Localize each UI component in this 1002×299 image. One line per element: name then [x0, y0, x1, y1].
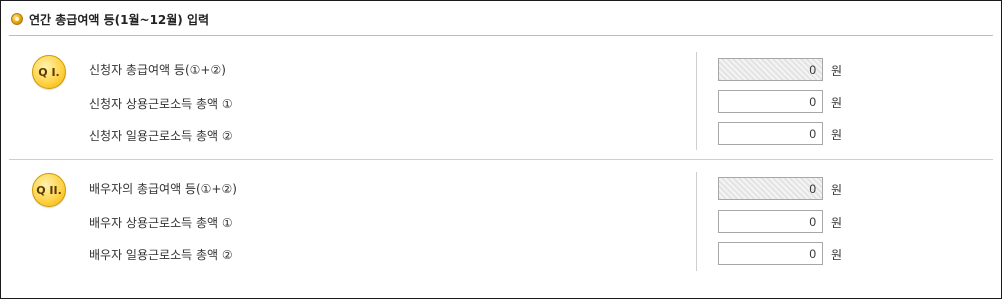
- unit-label: 원: [831, 128, 843, 142]
- bullet-icon: [11, 13, 23, 25]
- unit-label: 원: [831, 96, 843, 110]
- spouse-total-field: [718, 177, 823, 200]
- question-badge-1: Q I.: [32, 55, 66, 89]
- applicant-regular-income-label: 신청자 상용근로소득 총액 ①: [89, 97, 233, 111]
- group-1-divider: [696, 52, 697, 150]
- applicant-daily-income-label: 신청자 일용근로소득 총액 ②: [89, 129, 233, 143]
- form-panel: 연간 총급여액 등(1월~12월) 입력 Q I. 신청자 총급여액 등(①+②…: [0, 0, 1002, 299]
- applicant-total-field: [718, 58, 823, 81]
- applicant-total-label: 신청자 총급여액 등(①+②): [89, 63, 226, 77]
- section-title: 연간 총급여액 등(1월~12월) 입력: [29, 12, 210, 27]
- group-2-divider: [696, 172, 697, 271]
- unit-label: 원: [831, 64, 843, 78]
- header-divider: [9, 35, 993, 36]
- applicant-regular-income-field[interactable]: [718, 90, 823, 113]
- unit-label: 원: [831, 248, 843, 262]
- spouse-total-label: 배우자의 총급여액 등(①+②): [89, 182, 237, 196]
- spouse-daily-income-field[interactable]: [718, 242, 823, 265]
- section-header: 연간 총급여액 등(1월~12월) 입력: [11, 9, 209, 29]
- question-badge-2: Q II.: [32, 173, 66, 207]
- applicant-daily-income-field[interactable]: [718, 122, 823, 145]
- spouse-regular-income-field[interactable]: [718, 210, 823, 233]
- spouse-daily-income-label: 배우자 일용근로소득 총액 ②: [89, 248, 233, 262]
- spouse-regular-income-label: 배우자 상용근로소득 총액 ①: [89, 216, 233, 230]
- unit-label: 원: [831, 216, 843, 230]
- unit-label: 원: [831, 183, 843, 197]
- group-divider: [9, 159, 993, 160]
